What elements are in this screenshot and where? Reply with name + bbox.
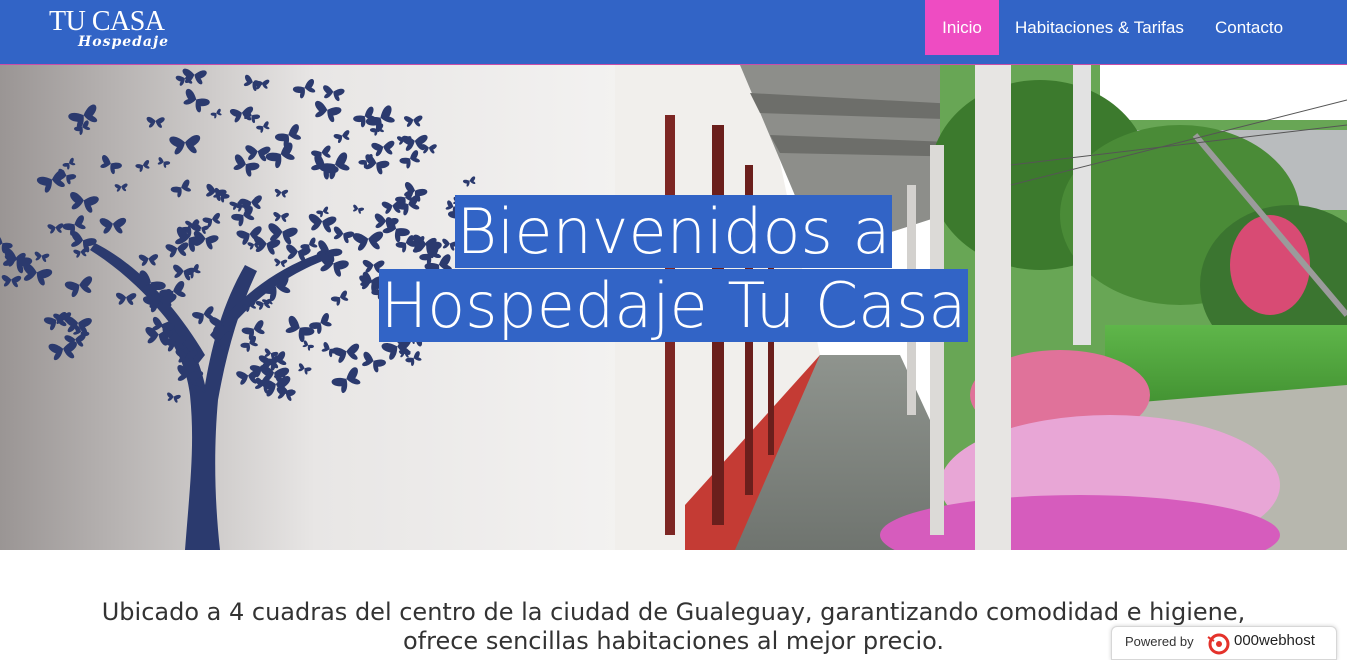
nav-item-habitaciones-tarifas[interactable]: Habitaciones & Tarifas [1015,0,1184,55]
powered-by-badge[interactable]: Powered by 000webhost [1111,626,1337,660]
intro-line1: Ubicado a 4 cuadras del centro de la ciu… [101,598,1246,626]
logo-tagline: Hospedaje [78,34,169,50]
hero-title-line1: Bienvenidos a [454,195,893,268]
webhost-logo-icon [1207,633,1230,655]
hero-title-line2: Hospedaje Tu Casa [378,269,969,342]
top-navbar: TU CASA Hospedaje Inicio Habitaciones & … [0,0,1347,65]
hero-title: Bienvenidos a Hospedaje Tu Casa [0,195,1347,343]
nav-item-contacto[interactable]: Contacto [1215,0,1283,55]
webhost-name: 000webhost [1234,632,1315,649]
powered-by-label: Powered by [1125,634,1194,649]
site-logo[interactable]: TU CASA Hospedaje [49,6,189,52]
hero-banner: Bienvenidos a Hospedaje Tu Casa [0,65,1347,550]
nav-item-inicio[interactable]: Inicio [925,0,999,55]
